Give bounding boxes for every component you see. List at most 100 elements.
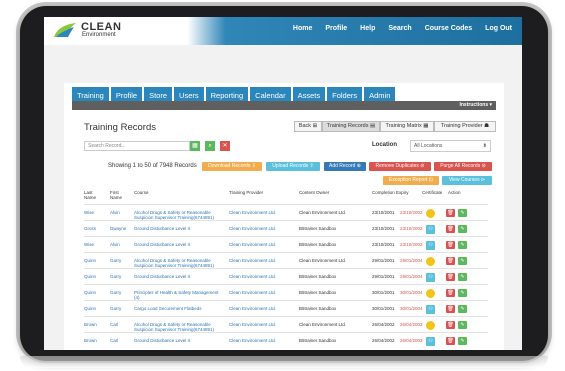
edit-icon[interactable]: ✎: [458, 241, 467, 249]
delete-icon[interactable]: 🗑: [446, 209, 455, 217]
col-training-provider[interactable]: Training Provider: [229, 190, 263, 195]
remove-duplicates-button[interactable]: Remove Duplicates ⊘: [369, 162, 431, 171]
instructions-toggle[interactable]: Instructions ▾: [459, 102, 492, 108]
pending-certificate-icon[interactable]: [426, 321, 435, 330]
edit-icon[interactable]: ✎: [458, 321, 467, 329]
pending-certificate-icon[interactable]: [426, 209, 435, 218]
delete-icon[interactable]: 🗑: [446, 305, 455, 313]
edit-icon[interactable]: ✎: [458, 305, 467, 313]
course-link[interactable]: Alcohol Drugs & Safety or Reasonable Sus…: [134, 322, 224, 332]
col-content-owner[interactable]: Content Owner: [299, 190, 329, 195]
first-name-link[interactable]: Garry: [110, 306, 121, 311]
first-name-link[interactable]: Garry: [110, 290, 121, 295]
nav-home[interactable]: Home: [293, 25, 312, 32]
certificate-icon[interactable]: ⚇: [426, 225, 435, 234]
certificate-icon[interactable]: ⚇: [426, 337, 435, 346]
course-link[interactable]: Alcohol Drugs & Safety or Reasonable Sus…: [134, 258, 224, 268]
col-completion-expiry[interactable]: Completion Expiry: [372, 190, 409, 195]
nav-profile[interactable]: Profile: [325, 25, 347, 32]
certificate-icon[interactable]: ⚇: [426, 273, 435, 282]
nav-log-out[interactable]: Log Out: [485, 25, 512, 32]
upload-records-button[interactable]: Upload Records ⇧: [266, 162, 320, 171]
course-link[interactable]: Ground Disturbance Level II: [134, 274, 224, 279]
pending-certificate-icon[interactable]: [426, 289, 435, 298]
nav-help[interactable]: Help: [360, 25, 375, 32]
provider-link[interactable]: Clean Environment Ltd.: [229, 258, 297, 263]
certificate-icon[interactable]: ⚇: [426, 241, 435, 250]
last-name-link[interactable]: Brown: [84, 322, 97, 327]
last-name-link[interactable]: Quinn: [84, 258, 96, 263]
course-link[interactable]: Cargo Load Securement Flatbeds: [134, 306, 224, 311]
provider-link[interactable]: Clean Environment Ltd.: [229, 274, 297, 279]
add-record-button[interactable]: Add Record ⊕: [324, 162, 366, 171]
col-action: Action: [448, 190, 461, 195]
provider-link[interactable]: Clean Environment Ltd.: [229, 322, 297, 327]
provider-link[interactable]: Clean Environment Ltd.: [229, 306, 297, 311]
delete-icon[interactable]: 🗑: [446, 225, 455, 233]
training-provider-button[interactable]: Training Provider ☗: [434, 121, 496, 132]
back-button[interactable]: Back ⊞: [294, 121, 322, 132]
delete-icon[interactable]: 🗑: [446, 321, 455, 329]
last-name-link[interactable]: Quinn: [84, 290, 96, 295]
first-name-link[interactable]: Carl: [110, 338, 118, 343]
first-name-link[interactable]: Garry: [110, 258, 121, 263]
purge-records-button[interactable]: Purge All Records ⊘: [434, 162, 492, 171]
last-name-link[interactable]: Quinn: [84, 306, 96, 311]
delete-icon[interactable]: 🗑: [446, 273, 455, 281]
provider-link[interactable]: Clean Environment Ltd.: [229, 210, 297, 215]
exception-report-button[interactable]: Exception Report ⊡: [383, 176, 439, 185]
col-last-name[interactable]: Last Name: [84, 190, 102, 200]
edit-icon[interactable]: ✎: [458, 337, 467, 345]
pending-certificate-icon[interactable]: [426, 257, 435, 266]
training-records-button[interactable]: Training Records ▤: [322, 121, 380, 132]
training-matrix-button[interactable]: Training Matrix ▦: [380, 121, 434, 132]
last-name-link[interactable]: Wise: [84, 242, 94, 247]
completion-date: 23/10/2001: [372, 242, 395, 247]
first-name-link[interactable]: Alvin: [110, 210, 120, 215]
first-name-link[interactable]: Dwayne: [110, 226, 126, 231]
last-name-link[interactable]: Wise: [84, 210, 94, 215]
edit-icon[interactable]: ✎: [458, 225, 467, 233]
location-select[interactable]: All Locations ⬍: [410, 140, 491, 152]
logo[interactable]: CLEAN Environment: [54, 21, 134, 41]
search-input[interactable]: Search Record...: [84, 141, 190, 151]
course-link[interactable]: Principles of Health & Safety Management…: [134, 290, 224, 300]
edit-icon[interactable]: ✎: [458, 209, 467, 217]
col-course[interactable]: Course: [134, 190, 149, 195]
last-name-link[interactable]: Quinn: [84, 274, 96, 279]
course-link[interactable]: Ground Disturbance Level II: [134, 338, 224, 343]
provider-link[interactable]: Clean Environment Ltd.: [229, 290, 297, 295]
course-link[interactable]: Ground Disturbance Level II: [134, 226, 224, 231]
last-name-link[interactable]: Brown: [84, 338, 97, 343]
nav-course-codes[interactable]: Course Codes: [425, 25, 472, 32]
course-link[interactable]: Alcohol Drugs & Safety or Reasonable Sus…: [134, 210, 224, 220]
certificate-icon[interactable]: ⚇: [426, 305, 435, 314]
delete-icon[interactable]: 🗑: [446, 289, 455, 297]
download-records-button[interactable]: Download Records ⇩: [202, 162, 262, 171]
delete-icon[interactable]: 🗑: [446, 241, 455, 249]
calendar-button[interactable]: ▦: [190, 141, 200, 151]
provider-link[interactable]: Clean Environment Ltd.: [229, 242, 297, 247]
col-certificate[interactable]: Certificate: [422, 190, 442, 195]
delete-icon[interactable]: 🗑: [446, 337, 455, 345]
course-link[interactable]: Ground Disturbance Level II: [134, 242, 224, 247]
nav-search[interactable]: Search: [388, 25, 411, 32]
col-first-name[interactable]: First Name: [110, 190, 128, 200]
clear-button[interactable]: ✕: [220, 141, 230, 151]
first-name-link[interactable]: Alvin: [110, 242, 120, 247]
content-owner: B5trainer Sandbox: [299, 242, 337, 247]
provider-link[interactable]: Clean Environment Ltd.: [229, 338, 297, 343]
search-button[interactable]: ⌕: [205, 141, 215, 151]
edit-icon[interactable]: ✎: [458, 289, 467, 297]
edit-icon[interactable]: ✎: [458, 257, 467, 265]
search-icon: ⌕: [208, 143, 212, 149]
last-name-link[interactable]: Gross: [84, 226, 96, 231]
first-name-link[interactable]: Garry: [110, 274, 121, 279]
edit-icon[interactable]: ✎: [458, 273, 467, 281]
view-courses-button[interactable]: View Courses ⊳: [442, 176, 492, 185]
completion-date: 26/04/2002: [372, 338, 395, 343]
delete-icon[interactable]: 🗑: [446, 257, 455, 265]
provider-link[interactable]: Clean Environment Ltd.: [229, 226, 297, 231]
content-owner: B5trainer Sandbox: [299, 338, 337, 343]
first-name-link[interactable]: Carl: [110, 322, 118, 327]
